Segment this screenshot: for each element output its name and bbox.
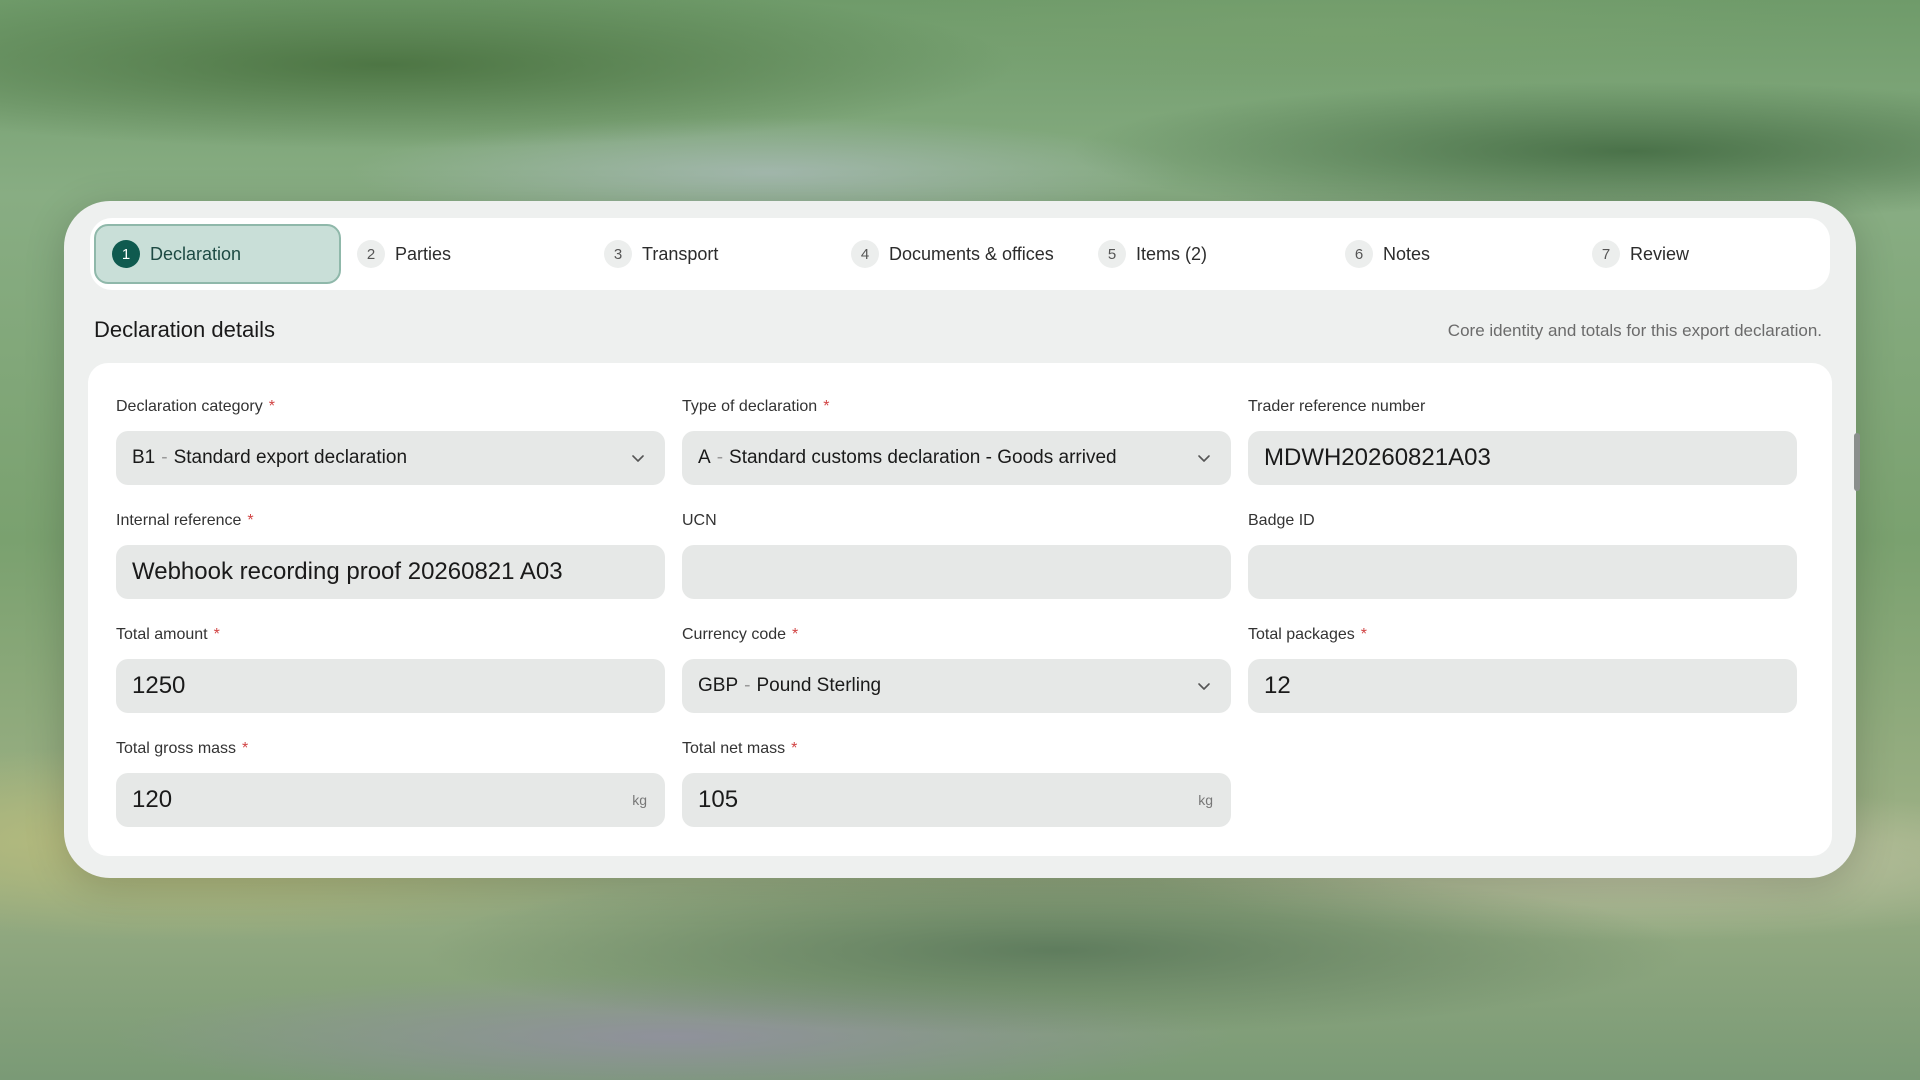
step-label: Parties <box>395 243 452 264</box>
label-text: Currency code <box>682 626 787 643</box>
required-marker: * <box>792 626 799 643</box>
field-label: UCN <box>682 512 717 529</box>
label-text: Total packages <box>1248 626 1355 643</box>
step-label: Transport <box>642 243 719 264</box>
field-label: Trader reference number <box>1248 398 1426 415</box>
declaration-category-select[interactable]: B1 - Standard export declaration <box>116 431 665 485</box>
field-label: Type of declaration * <box>682 397 1231 417</box>
step-number: 5 <box>1098 240 1126 268</box>
label-text: Internal reference <box>116 512 242 529</box>
step-number: 1 <box>112 240 140 268</box>
option-label: Standard customs declaration - Goods arr… <box>729 447 1117 468</box>
trader-reference-input[interactable]: MDWH20260821A03 <box>1248 431 1797 485</box>
section-title: Declaration details <box>94 317 275 342</box>
required-marker: * <box>1360 626 1367 643</box>
step-documents-offices[interactable]: 4 Documents & offices <box>835 224 1082 284</box>
ucn-field: UCN <box>682 511 1231 599</box>
step-review[interactable]: 7 Review <box>1576 224 1823 284</box>
field-label: Declaration category * <box>116 397 665 417</box>
input-value: 120 <box>132 786 173 813</box>
declaration-category-field: Declaration category * B1 - Standard expo… <box>116 397 665 485</box>
option-code: A <box>698 447 711 468</box>
type-of-declaration-field: Type of declaration * A - Standard custom… <box>682 397 1231 485</box>
step-label: Documents & offices <box>889 243 1054 264</box>
required-marker: * <box>823 398 830 415</box>
chevron-down-icon <box>1198 683 1210 690</box>
field-label: Total net mass * <box>682 739 1231 759</box>
chevron-down-icon <box>632 455 644 462</box>
option-label: Pound Sterling <box>756 675 882 696</box>
step-number: 6 <box>1345 240 1373 268</box>
badge-id-field: Badge ID <box>1248 511 1797 599</box>
option-separator: - <box>161 447 168 468</box>
required-marker: * <box>247 512 254 529</box>
required-marker: * <box>242 740 249 757</box>
trader-reference-field: Trader reference number MDWH20260821A03 <box>1248 397 1797 485</box>
step-notes[interactable]: 6 Notes <box>1329 224 1576 284</box>
declaration-wizard: 1 Declaration 2 Parties 3 Transport 4 Do… <box>64 201 1860 878</box>
resize-handle[interactable] <box>1854 433 1860 491</box>
total-amount-input[interactable]: 1250 <box>116 659 665 713</box>
label-text: Total gross mass <box>116 740 237 757</box>
step-label: Notes <box>1383 243 1431 264</box>
stepper: 1 Declaration 2 Parties 3 Transport 4 Do… <box>90 218 1830 290</box>
option-label: Standard export declaration <box>173 447 408 468</box>
field-label: Total packages * <box>1248 625 1797 645</box>
total-net-mass-input[interactable]: 105 kg <box>682 773 1231 827</box>
total-amount-field: Total amount * 1250 <box>116 625 665 713</box>
unit-suffix: kg <box>632 792 647 808</box>
option-separator: - <box>716 447 724 468</box>
option-code: B1 <box>132 447 156 468</box>
field-label: Badge ID <box>1248 512 1315 529</box>
section-description: Core identity and totals for this export… <box>1447 321 1822 340</box>
type-of-declaration-select[interactable]: A - Standard customs declaration - Goods… <box>682 431 1231 485</box>
internal-reference-input[interactable]: Webhook recording proof 20260821 A03 <box>116 545 665 599</box>
currency-code-select[interactable]: GBP - Pound Sterling <box>682 659 1231 713</box>
label-text: Declaration category <box>116 398 263 415</box>
total-net-mass-field: Total net mass * 105 kg <box>682 739 1231 827</box>
declaration-form: Declaration category * B1 - Standard expo… <box>88 363 1832 856</box>
step-label: Declaration <box>150 243 242 264</box>
field-label: Total amount * <box>116 625 665 645</box>
field-label: Currency code * <box>682 625 1231 645</box>
step-label: Review <box>1630 243 1690 264</box>
step-number: 4 <box>851 240 879 268</box>
total-gross-mass-input[interactable]: 120 kg <box>116 773 665 827</box>
step-number: 2 <box>357 240 385 268</box>
option-code: GBP <box>698 675 739 696</box>
badge-id-input[interactable] <box>1248 545 1797 599</box>
total-gross-mass-field: Total gross mass * 120 kg <box>116 739 665 827</box>
total-packages-input[interactable]: 12 <box>1248 659 1797 713</box>
label-text: Total net mass <box>682 740 786 757</box>
step-declaration[interactable]: 1 Declaration <box>94 224 341 284</box>
label-text: Total amount <box>116 626 208 643</box>
step-number: 7 <box>1592 240 1620 268</box>
currency-code-field: Currency code * GBP - Pound Sterling <box>682 625 1231 713</box>
field-label: Internal reference * <box>116 511 665 531</box>
required-marker: * <box>791 740 798 757</box>
input-value: 105 <box>698 786 739 813</box>
step-items[interactable]: 5 Items (2) <box>1082 224 1329 284</box>
total-packages-field: Total packages * 12 <box>1248 625 1797 713</box>
chevron-down-icon <box>1198 455 1210 462</box>
step-parties[interactable]: 2 Parties <box>341 224 588 284</box>
ucn-input[interactable] <box>682 545 1231 599</box>
step-transport[interactable]: 3 Transport <box>588 224 835 284</box>
option-separator: - <box>744 675 751 696</box>
field-label: Total gross mass * <box>116 739 665 759</box>
step-number: 3 <box>604 240 632 268</box>
internal-reference-field: Internal reference * Webhook recording pr… <box>116 511 665 599</box>
unit-suffix: kg <box>1198 792 1213 808</box>
required-marker: * <box>268 398 275 415</box>
label-text: Type of declaration <box>682 398 818 415</box>
required-marker: * <box>213 626 220 643</box>
step-label: Items (2) <box>1136 243 1208 264</box>
